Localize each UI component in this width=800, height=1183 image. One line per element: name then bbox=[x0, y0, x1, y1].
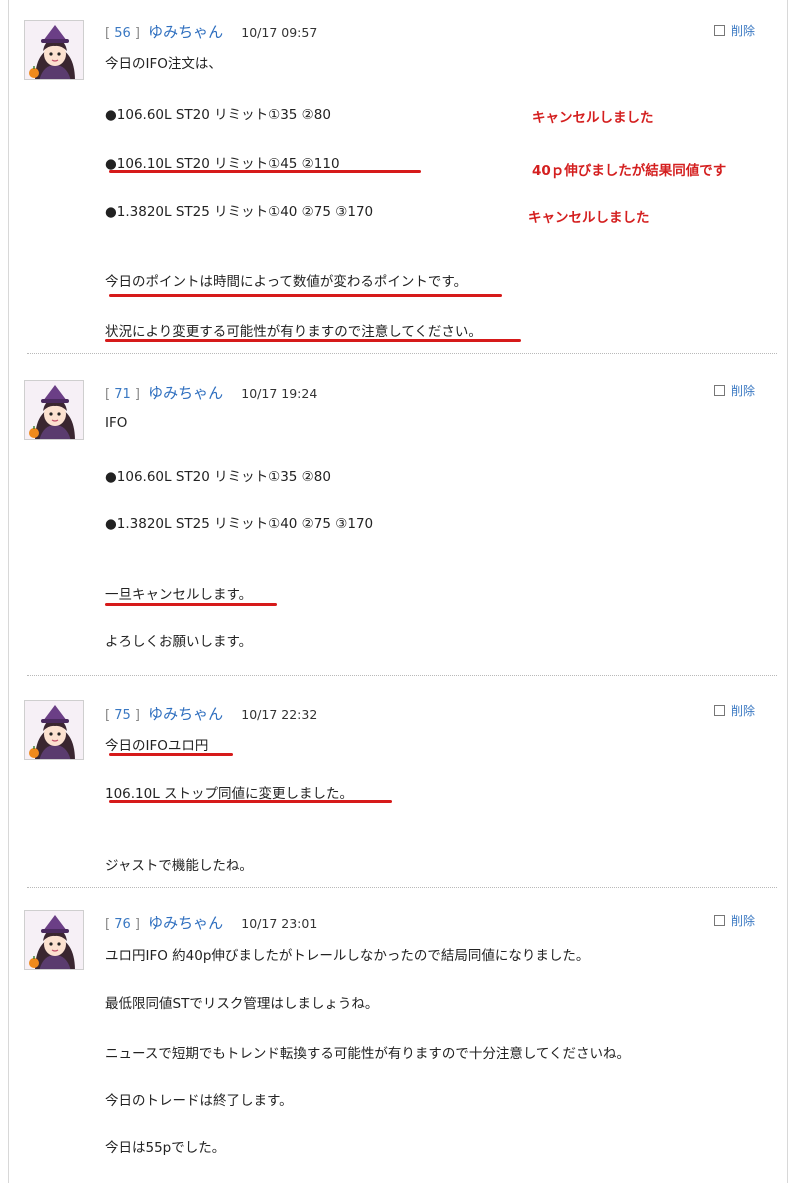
delete-control: 削除 bbox=[714, 912, 755, 929]
post-text-line: 今日のトレードは終了します。 bbox=[105, 1093, 293, 1109]
bracket-close: ] bbox=[130, 387, 140, 402]
post-text-line: よろしくお願いします。 bbox=[105, 634, 253, 650]
red-underline bbox=[109, 800, 392, 803]
author-name[interactable]: ゆみちゃん bbox=[148, 23, 223, 41]
bracket-open: [ bbox=[105, 26, 115, 41]
post-timestamp: 10/17 22:32 bbox=[241, 707, 318, 722]
comment-post: [ 76 ] ゆみちゃん 10/17 23:01 削除 ユロ円IFO 約40p伸… bbox=[9, 888, 789, 1183]
delete-label[interactable]: 削除 bbox=[731, 914, 755, 928]
delete-control: 削除 bbox=[714, 382, 755, 399]
delete-label[interactable]: 削除 bbox=[731, 384, 755, 398]
post-text-line: ●106.60L ST20 リミット①35 ②80 bbox=[105, 469, 331, 485]
bracket-open: [ bbox=[105, 917, 115, 932]
delete-checkbox[interactable] bbox=[714, 25, 725, 36]
annotation-note: 40ｐ伸びましたが結果同値です bbox=[532, 163, 727, 179]
annotation-note: キャンセルしました bbox=[528, 210, 650, 226]
delete-control: 削除 bbox=[714, 22, 755, 39]
post-timestamp: 10/17 23:01 bbox=[241, 916, 318, 931]
post-text-line: ニュースで短期でもトレンド転換する可能性が有りますので十分注意してくださいね。 bbox=[105, 1046, 631, 1062]
bracket-close: ] bbox=[130, 26, 140, 41]
post-timestamp: 10/17 09:57 bbox=[241, 25, 318, 40]
post-text-line: ●106.60L ST20 リミット①35 ②80 bbox=[105, 107, 331, 123]
author-name[interactable]: ゆみちゃん bbox=[148, 705, 223, 723]
bracket-open: [ bbox=[105, 387, 115, 402]
red-underline bbox=[105, 339, 521, 342]
avatar[interactable] bbox=[24, 700, 84, 760]
post-number[interactable]: 75 bbox=[114, 708, 131, 723]
post-header: [ 56 ] ゆみちゃん 10/17 09:57 bbox=[105, 21, 317, 42]
author-name[interactable]: ゆみちゃん bbox=[148, 384, 223, 402]
author-name[interactable]: ゆみちゃん bbox=[148, 914, 223, 932]
post-text-line: 一旦キャンセルします。 bbox=[105, 587, 253, 603]
post-text-line: ●106.10L ST20 リミット①45 ②110 bbox=[105, 156, 340, 172]
delete-checkbox[interactable] bbox=[714, 705, 725, 716]
post-text-line: 今日のIFO注文は、 bbox=[105, 56, 222, 72]
post-text-line: 今日のポイントは時間によって数値が変わるポイントです。 bbox=[105, 274, 468, 290]
post-header: [ 76 ] ゆみちゃん 10/17 23:01 bbox=[105, 912, 317, 933]
post-text-line: 106.10L ストップ同値に変更しました。 bbox=[105, 786, 354, 802]
post-text-line: 今日は55pでした。 bbox=[105, 1140, 226, 1156]
post-text-line: ●1.3820L ST25 リミット①40 ②75 ③170 bbox=[105, 516, 374, 532]
post-text-line: ユロ円IFO 約40p伸びましたがトレールしなかったので結局同値になりました。 bbox=[105, 948, 590, 964]
post-text-line: 最低限同値STでリスク管理はしましょうね。 bbox=[105, 996, 379, 1012]
post-divider bbox=[27, 353, 777, 354]
bracket-close: ] bbox=[130, 708, 140, 723]
red-underline bbox=[109, 294, 502, 297]
post-text-line: ●1.3820L ST25 リミット①40 ②75 ③170 bbox=[105, 204, 374, 220]
post-text-line: IFO bbox=[105, 415, 128, 431]
annotation-note: キャンセルしました bbox=[532, 110, 654, 126]
comment-post: [ 56 ] ゆみちゃん 10/17 09:57 削除 今日のIFO注文は、 ●… bbox=[9, 0, 789, 355]
red-underline bbox=[105, 603, 277, 606]
avatar[interactable] bbox=[24, 910, 84, 970]
comment-post: [ 71 ] ゆみちゃん 10/17 19:24 削除 IFO ●106.60L… bbox=[9, 355, 789, 675]
delete-label[interactable]: 削除 bbox=[731, 24, 755, 38]
post-header: [ 75 ] ゆみちゃん 10/17 22:32 bbox=[105, 703, 317, 724]
delete-checkbox[interactable] bbox=[714, 385, 725, 396]
post-text-line: 今日のIFOユロ円 bbox=[105, 738, 209, 754]
bracket-close: ] bbox=[130, 917, 140, 932]
post-number[interactable]: 76 bbox=[114, 917, 131, 932]
comment-thread: [ 56 ] ゆみちゃん 10/17 09:57 削除 今日のIFO注文は、 ●… bbox=[8, 0, 788, 1183]
avatar[interactable] bbox=[24, 380, 84, 440]
delete-checkbox[interactable] bbox=[714, 915, 725, 926]
post-text-line: ジャストで機能したね。 bbox=[105, 858, 253, 874]
post-timestamp: 10/17 19:24 bbox=[241, 386, 318, 401]
post-number[interactable]: 56 bbox=[114, 26, 131, 41]
delete-control: 削除 bbox=[714, 702, 755, 719]
post-number[interactable]: 71 bbox=[114, 387, 131, 402]
delete-label[interactable]: 削除 bbox=[731, 704, 755, 718]
post-text-line: 状況により変更する可能性が有りますので注意してください。 bbox=[105, 324, 482, 340]
comment-post: [ 75 ] ゆみちゃん 10/17 22:32 削除 今日のIFOユロ円 10… bbox=[9, 676, 789, 888]
red-underline bbox=[109, 170, 421, 173]
post-header: [ 71 ] ゆみちゃん 10/17 19:24 bbox=[105, 382, 317, 403]
red-underline bbox=[109, 753, 233, 756]
bracket-open: [ bbox=[105, 708, 115, 723]
avatar[interactable] bbox=[24, 20, 84, 80]
